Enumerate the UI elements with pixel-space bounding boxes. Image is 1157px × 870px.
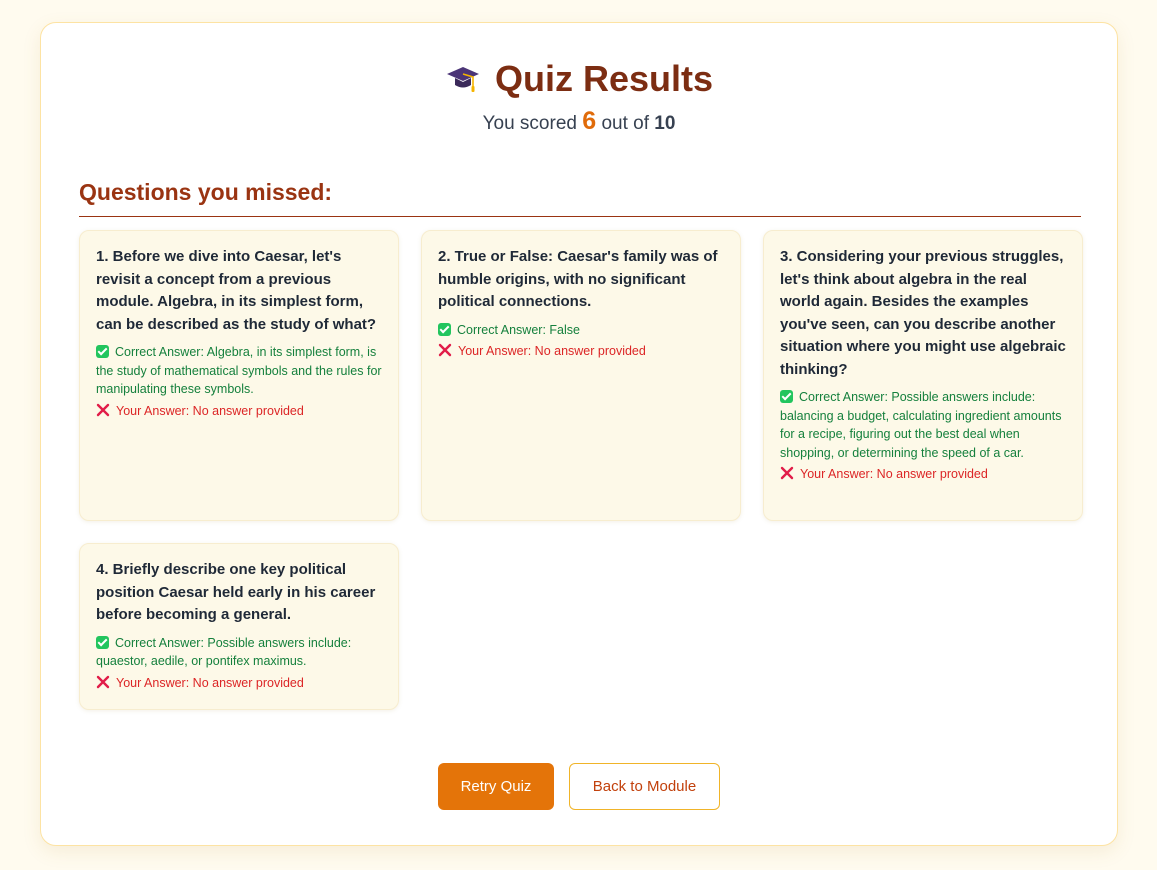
check-icon	[438, 322, 451, 336]
your-answer: Your Answer: No answer provided	[96, 402, 383, 421]
correct-answer-text: Correct Answer: Algebra, in its simplest…	[96, 345, 382, 396]
correct-answer-text: Correct Answer: False	[457, 322, 580, 337]
action-buttons: Retry Quiz Back to Module	[41, 763, 1117, 810]
your-answer: Your Answer: No answer provided	[780, 465, 1067, 484]
score-prefix: You scored	[482, 113, 577, 134]
score-value: 6	[582, 107, 597, 135]
question-text: 3. Considering your previous struggles, …	[780, 248, 1066, 378]
score-total: 10	[654, 113, 676, 134]
check-icon	[96, 635, 109, 649]
cross-icon	[438, 343, 452, 357]
missed-question-card: 4. Briefly describe one key political po…	[79, 543, 399, 710]
correct-answer: Correct Answer: Possible answers include…	[780, 388, 1067, 462]
cross-icon	[780, 466, 794, 480]
your-answer: Your Answer: No answer provided	[96, 674, 383, 693]
check-icon	[780, 390, 793, 403]
your-answer-text: Your Answer: No answer provided	[116, 675, 304, 690]
check-icon	[96, 345, 109, 358]
correct-answer-text: Correct Answer: Possible answers include…	[780, 390, 1062, 460]
missed-question-card: 2. True or False: Caesar's family was of…	[421, 230, 741, 521]
results-header: Quiz Results You scored 6 out of 10	[41, 59, 1117, 136]
missed-question-card: 3. Considering your previous struggles, …	[763, 230, 1083, 521]
your-answer-text: Your Answer: No answer provided	[458, 344, 646, 358]
score-summary: You scored 6 out of 10	[41, 107, 1117, 136]
question-text: 4. Briefly describe one key political po…	[96, 561, 376, 623]
question-text: 1. Before we dive into Caesar, let's rev…	[96, 248, 377, 333]
your-answer-text: Your Answer: No answer provided	[800, 467, 988, 481]
graduation-cap-icon	[445, 61, 481, 97]
back-to-module-button[interactable]: Back to Module	[569, 763, 720, 810]
page-title: Quiz Results	[494, 58, 714, 99]
correct-answer: Correct Answer: Algebra, in its simplest…	[96, 343, 383, 399]
missed-question-card: 1. Before we dive into Caesar, let's rev…	[79, 230, 399, 521]
correct-answer: Correct Answer: Possible answers include…	[96, 634, 383, 671]
retry-quiz-button[interactable]: Retry Quiz	[438, 763, 554, 810]
your-answer-text: Your Answer: No answer provided	[116, 403, 304, 418]
cross-icon	[96, 403, 110, 417]
correct-answer: Correct Answer: False	[438, 321, 725, 340]
results-card: Quiz Results You scored 6 out of 10 Ques…	[40, 22, 1118, 846]
score-mid: out of	[601, 113, 649, 134]
question-text: 2. True or False: Caesar's family was of…	[438, 248, 718, 310]
your-answer: Your Answer: No answer provided	[438, 342, 725, 361]
correct-answer-text: Correct Answer: Possible answers include…	[96, 635, 352, 669]
cross-icon	[96, 675, 110, 689]
missed-heading: Questions you missed:	[79, 179, 1081, 217]
